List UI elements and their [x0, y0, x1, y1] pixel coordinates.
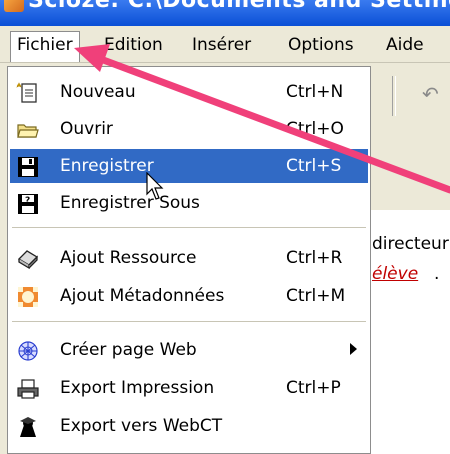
menu-item-export-impression[interactable]: Export Impression Ctrl+P	[10, 371, 368, 405]
fichier-dropdown-menu: Nouveau Ctrl+N Ouvrir Ctrl+O Enregistrer…	[7, 66, 371, 454]
menu-item-label: Enregistrer Sous	[60, 193, 200, 213]
mouse-cursor-icon	[146, 172, 164, 200]
menu-item-label: Créer page Web	[60, 340, 197, 360]
add-resource-icon	[17, 250, 39, 270]
save-icon	[18, 157, 38, 177]
menu-item-label: Ajout Métadonnées	[60, 286, 225, 306]
title-bar: Scloze: C:\Documents and Settings	[0, 0, 450, 26]
menu-item-shortcut: Ctrl+R	[286, 248, 343, 268]
print-icon	[17, 379, 39, 399]
menu-separator	[12, 321, 366, 322]
menu-item-ajout-metadonnees[interactable]: Ajout Métadonnées Ctrl+M	[10, 279, 368, 313]
document-area[interactable]: directeur élève .	[370, 210, 450, 454]
menu-aide[interactable]: Aide	[380, 32, 430, 58]
web-page-icon	[18, 341, 38, 361]
svg-text:?: ?	[25, 196, 30, 206]
add-metadata-icon	[18, 287, 38, 307]
menu-item-label: Export Impression	[60, 378, 215, 398]
menu-item-enregistrer-sous[interactable]: ? Enregistrer Sous	[10, 186, 368, 220]
document-text-end: .	[434, 264, 440, 284]
menu-item-label: Nouveau	[60, 82, 136, 102]
menu-item-nouveau[interactable]: Nouveau Ctrl+N	[10, 75, 368, 109]
window-title: Scloze: C:\Documents and Settings	[28, 0, 450, 13]
toolbar-separator	[392, 76, 396, 116]
menu-item-label: Export vers WebCT	[60, 416, 223, 436]
menu-item-ouvrir[interactable]: Ouvrir Ctrl+O	[10, 112, 368, 146]
toolbar: ↶	[378, 66, 450, 130]
menu-bar: Fichier Edition Insérer Options Aide	[0, 26, 450, 63]
menu-item-shortcut: Ctrl+S	[286, 156, 342, 176]
submenu-arrow-icon	[350, 343, 357, 355]
menu-item-shortcut: Ctrl+N	[286, 82, 344, 102]
menu-item-label: Ouvrir	[60, 119, 113, 139]
menu-item-creer-page-web[interactable]: Créer page Web	[10, 333, 368, 367]
menu-fichier[interactable]: Fichier	[10, 31, 80, 62]
menu-item-shortcut: Ctrl+P	[286, 378, 341, 398]
save-as-icon: ?	[18, 194, 38, 214]
document-link[interactable]: élève	[372, 264, 418, 284]
menu-edition[interactable]: Edition	[98, 32, 169, 58]
menu-options[interactable]: Options	[282, 32, 360, 58]
app-icon	[4, 0, 24, 12]
menu-item-ajout-ressource[interactable]: Ajout Ressource Ctrl+R	[10, 241, 368, 275]
menu-item-enregistrer[interactable]: Enregistrer Ctrl+S	[10, 149, 368, 183]
open-folder-icon	[17, 124, 39, 138]
menu-item-shortcut: Ctrl+O	[286, 119, 344, 139]
undo-icon[interactable]: ↶	[422, 84, 442, 104]
menu-inserer[interactable]: Insérer	[186, 32, 257, 58]
document-text: directeur	[372, 234, 449, 254]
webct-icon	[20, 417, 36, 437]
menu-item-shortcut: Ctrl+M	[286, 286, 346, 306]
menu-item-label: Enregistrer	[60, 156, 154, 176]
menu-separator	[12, 227, 366, 228]
new-document-icon	[16, 82, 37, 103]
menu-item-export-webct[interactable]: Export vers WebCT	[10, 409, 368, 443]
menu-item-label: Ajout Ressource	[60, 248, 197, 268]
